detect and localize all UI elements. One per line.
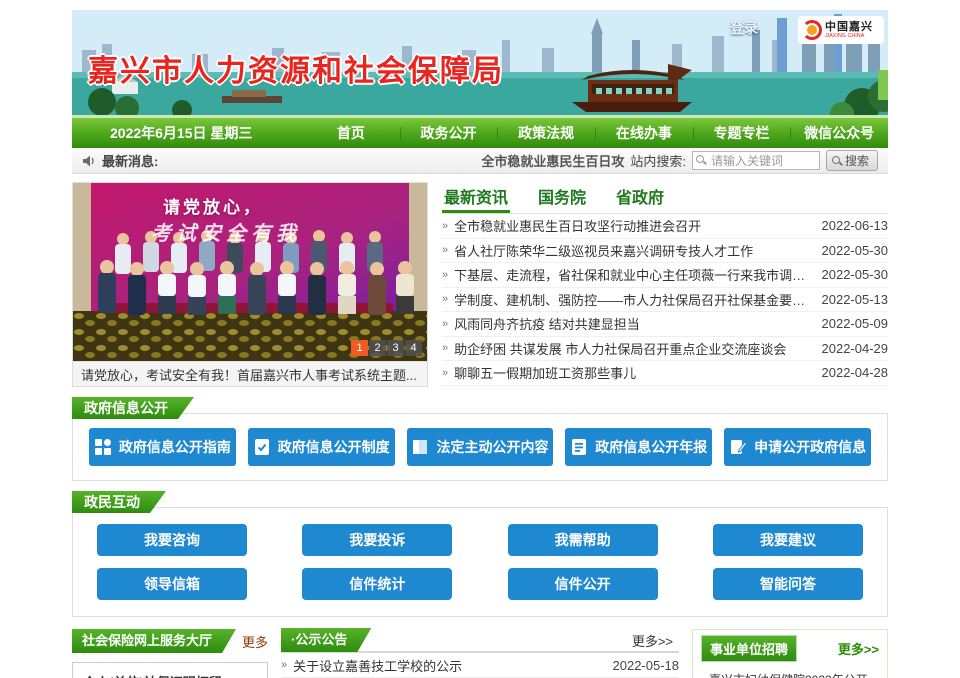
- consult-button[interactable]: 我要咨询: [97, 524, 247, 556]
- smart-qa-button[interactable]: 智能问答: [713, 568, 863, 600]
- complaint-button[interactable]: 我要投诉: [302, 524, 452, 556]
- bullet-icon: ·: [701, 673, 705, 678]
- info-disclosure-section: 政府信息公开 政府信息公开指南 政府信息公开制度 法定主动公开内容 政府信息公开…: [72, 397, 888, 481]
- tab-latest-news[interactable]: 最新资讯: [442, 182, 510, 213]
- recruitment-list: ·嘉兴市妇幼保健院2022年公开... ·2022年嘉兴市属事业单位公开... …: [701, 666, 879, 678]
- site-banner: 嘉兴市人力资源和社会保障局 登录 中国嘉兴 JIAXING CHINA: [72, 10, 888, 118]
- recruitment-header: 事业单位招聘: [701, 635, 797, 662]
- recruitment-panel: 事业单位招聘 更多>> ·嘉兴市妇幼保健院2022年公开... ·2022年嘉兴…: [692, 629, 888, 678]
- main-navigation: 2022年6月15日 星期三 首页 政务公开 政策法规 在线办事 专题专栏 微信…: [72, 118, 888, 148]
- need-help-button[interactable]: 我需帮助: [508, 524, 658, 556]
- search-input[interactable]: [692, 151, 820, 170]
- news-item[interactable]: »全市稳就业惠民生百日攻坚行动推进会召开2022-06-13: [442, 214, 888, 239]
- book-icon: [411, 438, 429, 456]
- double-arrow-icon: »: [442, 367, 448, 379]
- letter-disclosure-button[interactable]: 信件公开: [508, 568, 658, 600]
- social-security-header: 社会保险网上服务大厅: [72, 629, 236, 653]
- info-disclosure-header: 政府信息公开: [72, 397, 194, 419]
- nav-item-wechat[interactable]: 微信公众号: [790, 123, 888, 143]
- double-arrow-icon: »: [442, 293, 448, 305]
- logo-text-cn: 中国嘉兴: [825, 22, 873, 33]
- nav-item-online-services[interactable]: 在线办事: [595, 123, 693, 143]
- news-list: »全市稳就业惠民生百日攻坚行动推进会召开2022-06-13 »省人社厅陈荣华二…: [442, 214, 888, 386]
- news-ticker-bar: 最新消息: 全市稳就业惠民生百日攻 站内搜索: 搜索: [72, 148, 888, 174]
- carousel-page-4[interactable]: 4: [405, 340, 422, 356]
- interaction-section: 政民互动 我要咨询 我要投诉 我需帮助 我要建议 领导信箱 信件统计 信件公开 …: [72, 491, 888, 617]
- announcements-more-link[interactable]: 更多>>: [632, 631, 679, 650]
- jiaxing-logo[interactable]: 中国嘉兴 JIAXING CHINA: [798, 16, 884, 44]
- search-button[interactable]: 搜索: [826, 150, 878, 171]
- double-arrow-icon: »: [442, 318, 448, 330]
- social-security-more-link[interactable]: 更多: [242, 632, 268, 651]
- speaker-icon: [82, 154, 96, 168]
- interaction-header: 政民互动: [72, 491, 166, 513]
- carousel-page-3[interactable]: 3: [387, 340, 404, 356]
- report-icon: [570, 438, 588, 456]
- recruitment-more-link[interactable]: 更多>>: [838, 639, 879, 658]
- announcements-list: »关于设立嘉善技工学校的公示2022-05-18 »关于公布嘉兴市人力资源和社会…: [281, 653, 679, 678]
- disclosure-system-button[interactable]: 政府信息公开制度: [248, 428, 395, 466]
- double-arrow-icon: »: [442, 269, 448, 281]
- page-wrapper: 嘉兴市人力资源和社会保障局 登录 中国嘉兴 JIAXING CHINA 2022…: [72, 0, 888, 678]
- nav-item-home[interactable]: 首页: [302, 123, 400, 143]
- site-title: 嘉兴市人力资源和社会保障局: [88, 46, 504, 90]
- carousel-slide-photo: 请党放心， 考试安全有我 1 2 3 4: [73, 183, 427, 361]
- doc-check-icon: [253, 438, 271, 456]
- social-security-cert-print-item[interactable]: 个人(单位)社保证明打印: [72, 662, 268, 678]
- news-item[interactable]: »省人社厅陈荣华二级巡视员来嘉兴调研专技人才工作2022-05-30: [442, 239, 888, 264]
- news-item[interactable]: »助企纾困 共谋发展 市人力社保局召开重点企业交流座谈会2022-04-29: [442, 337, 888, 362]
- nav-item-gov-affairs[interactable]: 政务公开: [400, 123, 498, 143]
- jiaxing-logo-icon: [802, 20, 822, 40]
- carousel-page-2[interactable]: 2: [369, 340, 386, 356]
- photo-carousel[interactable]: 请党放心， 考试安全有我 1 2 3 4 请党放心，考试安全有我！首届嘉兴市人事…: [72, 182, 428, 387]
- current-date: 2022年6月15日 星期三: [72, 123, 302, 143]
- search-icon: [696, 155, 704, 163]
- carousel-page-1[interactable]: 1: [351, 340, 368, 356]
- slide-banner-text: 请党放心，: [163, 193, 263, 218]
- apply-icon: [729, 438, 747, 456]
- news-item[interactable]: »聊聊五一假期加班工资那些事儿2022-04-28: [442, 361, 888, 386]
- news-item[interactable]: »学制度、建机制、强防控——市人力社保局召开社保基金要情专题学习会2022-05…: [442, 288, 888, 313]
- ticker-label: 最新消息:: [102, 151, 158, 170]
- tab-state-council[interactable]: 国务院: [536, 182, 588, 213]
- suggestion-button[interactable]: 我要建议: [713, 524, 863, 556]
- social-security-panel: 社会保险网上服务大厅 更多 个人(单位)社保证明打印 办事指南: [72, 629, 268, 678]
- double-arrow-icon: »: [281, 659, 287, 671]
- carousel-pagination: 1 2 3 4: [350, 340, 422, 356]
- news-panel: 最新资讯 国务院 省政府 »全市稳就业惠民生百日攻坚行动推进会召开2022-06…: [442, 182, 888, 387]
- annual-report-button[interactable]: 政府信息公开年报: [565, 428, 712, 466]
- statutory-disclosure-button[interactable]: 法定主动公开内容: [407, 428, 554, 466]
- apply-disclosure-button[interactable]: 申请公开政府信息: [724, 428, 871, 466]
- nav-item-policies[interactable]: 政策法规: [497, 123, 595, 143]
- search-button-icon: [832, 156, 840, 164]
- login-button[interactable]: 登录: [730, 18, 758, 38]
- tab-provincial-gov[interactable]: 省政府: [614, 182, 666, 213]
- news-tabs: 最新资讯 国务院 省政府: [442, 182, 888, 214]
- announcement-item[interactable]: »关于设立嘉善技工学校的公示2022-05-18: [281, 653, 679, 678]
- recruitment-item[interactable]: ·嘉兴市妇幼保健院2022年公开...: [701, 666, 879, 678]
- news-item[interactable]: »风雨同舟齐抗疫 结对共建显担当2022-05-09: [442, 312, 888, 337]
- site-search-label: 站内搜索:: [630, 151, 686, 170]
- grid-icon: [94, 438, 112, 456]
- announcements-panel: ·公示公告 更多>> »关于设立嘉善技工学校的公示2022-05-18 »关于公…: [281, 629, 679, 678]
- double-arrow-icon: »: [442, 220, 448, 232]
- disclosure-guide-button[interactable]: 政府信息公开指南: [89, 428, 236, 466]
- double-arrow-icon: »: [442, 342, 448, 354]
- leader-mailbox-button[interactable]: 领导信箱: [97, 568, 247, 600]
- letter-statistics-button[interactable]: 信件统计: [302, 568, 452, 600]
- slide-banner-subtext: 考试安全有我: [151, 217, 301, 246]
- logo-text-en: JIAXING CHINA: [825, 33, 868, 38]
- hot-topic-link[interactable]: 全市稳就业惠民生百日攻: [481, 151, 624, 170]
- announcements-header: ·公示公告: [281, 628, 371, 652]
- carousel-caption[interactable]: 请党放心，考试安全有我！首届嘉兴市人事考试系统主题...: [73, 361, 427, 386]
- nav-item-special-topics[interactable]: 专题专栏: [693, 123, 791, 143]
- double-arrow-icon: »: [442, 244, 448, 256]
- news-item[interactable]: »下基层、走流程，省社保和就业中心主任项薇一行来我市调研“国统”上线情况2022…: [442, 263, 888, 288]
